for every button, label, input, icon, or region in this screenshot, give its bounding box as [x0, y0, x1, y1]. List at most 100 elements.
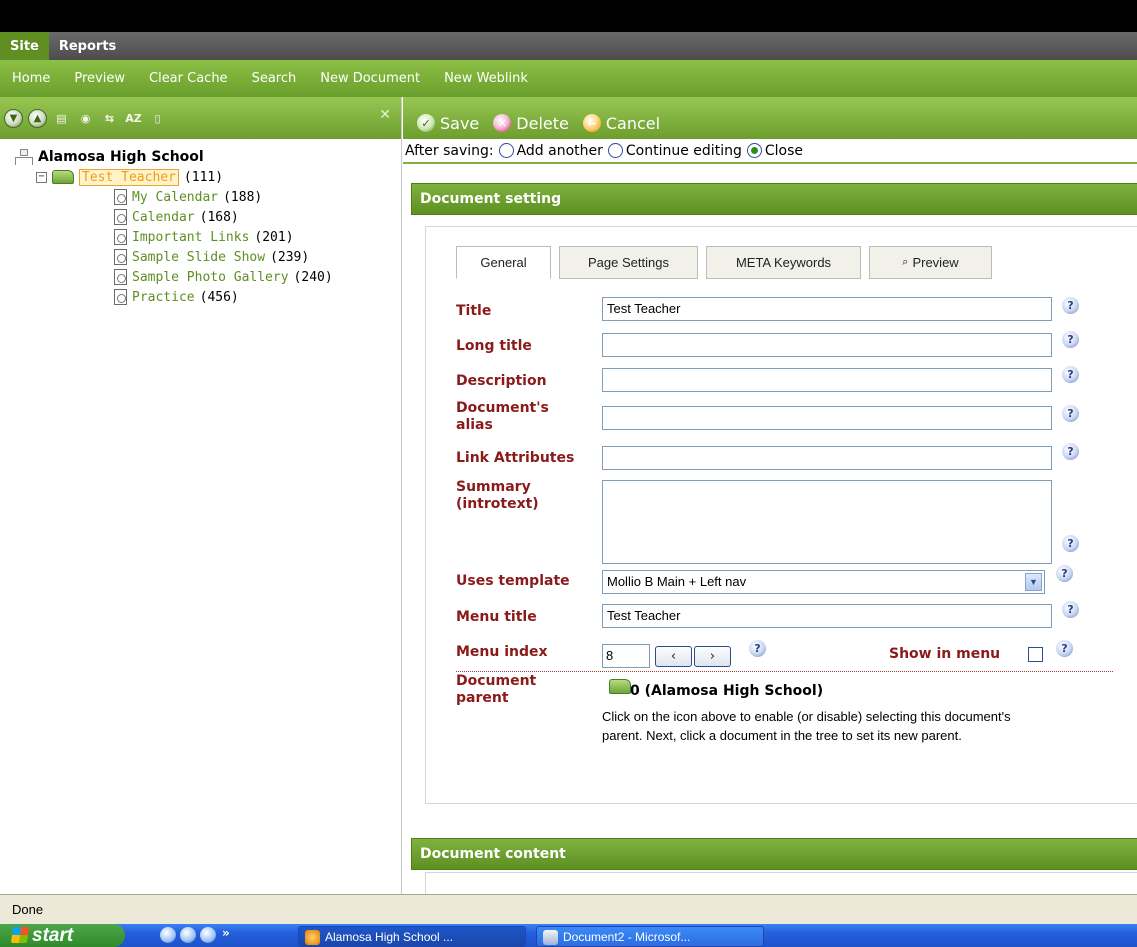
tree-node[interactable]: Sample Photo Gallery (240) — [14, 267, 401, 287]
help-icon[interactable]: ? — [1062, 405, 1079, 422]
description-field[interactable] — [602, 368, 1052, 392]
expand-icon[interactable]: ▼ — [4, 108, 23, 128]
tree-node[interactable]: My Calendar (188) — [14, 187, 401, 207]
sitemap-icon — [14, 149, 33, 165]
tree-node-label[interactable]: Sample Photo Gallery — [132, 270, 289, 285]
collapse-toggle-icon[interactable]: − — [36, 171, 47, 183]
menu-title-label: Menu title — [456, 609, 537, 625]
settings-tabs: General Page Settings META Keywords ⌕ Pr… — [456, 246, 1000, 279]
after-saving-label: After saving: — [405, 142, 494, 159]
purge-icon[interactable]: ⇆ — [100, 109, 119, 128]
help-icon[interactable]: ? — [1056, 565, 1073, 582]
alias-field[interactable] — [602, 406, 1052, 430]
menu-preview[interactable]: Preview — [62, 71, 137, 86]
long-title-field[interactable] — [602, 333, 1052, 357]
alias-label-line2: alias — [456, 417, 493, 433]
radio-continue-editing[interactable] — [607, 143, 623, 158]
chevron-down-icon[interactable]: ▼ — [1025, 573, 1042, 591]
document-icon — [114, 289, 127, 305]
title-field[interactable]: Test Teacher — [602, 297, 1052, 321]
help-icon[interactable]: ? — [1056, 640, 1073, 657]
tree-node-label[interactable]: Important Links — [132, 230, 249, 245]
help-icon[interactable]: ? — [1062, 601, 1079, 618]
help-icon[interactable]: ? — [1062, 443, 1079, 460]
tree-node[interactable]: Sample Slide Show (239) — [14, 247, 401, 267]
tree-node-label[interactable]: Practice — [132, 290, 195, 305]
delete-button[interactable]: ✕ Delete — [493, 114, 579, 133]
tab-site[interactable]: Site — [0, 32, 49, 60]
tree-root[interactable]: Alamosa High School — [14, 147, 401, 167]
tab-preview[interactable]: ⌕ Preview — [869, 246, 992, 279]
show-in-menu-checkbox[interactable] — [1028, 647, 1043, 662]
tree-node-label[interactable]: Calendar — [132, 210, 195, 225]
template-select[interactable]: Mollio B Main + Left nav ▼ — [602, 570, 1045, 594]
new-weblink-icon[interactable]: ◉ — [76, 109, 95, 128]
taskbar-item-label: Document2 - Microsof... — [563, 929, 691, 944]
help-icon[interactable]: ? — [1062, 535, 1079, 552]
help-icon[interactable]: ? — [1062, 366, 1079, 383]
collapse-icon[interactable]: ▲ — [28, 108, 47, 128]
save-button[interactable]: ✓ Save — [417, 114, 489, 133]
taskbar-item-label: Alamosa High School ... — [325, 929, 454, 944]
start-label: start — [32, 924, 74, 946]
parent-label-line2: parent — [456, 690, 509, 706]
word-icon — [543, 930, 558, 945]
help-icon[interactable]: ? — [749, 640, 766, 657]
menu-new-weblink[interactable]: New Weblink — [432, 71, 540, 86]
tree-node[interactable]: Practice (456) — [14, 287, 401, 307]
tree-node[interactable]: Important Links (201) — [14, 227, 401, 247]
tree-node-id: (168) — [199, 209, 239, 225]
help-icon[interactable]: ? — [1062, 297, 1079, 314]
tree-node-id: (456) — [199, 289, 239, 305]
tree-node-id: (239) — [270, 249, 310, 265]
cancel-icon: ← — [582, 114, 601, 132]
menu-new-document[interactable]: New Document — [308, 71, 432, 86]
tree-node-label[interactable]: Test Teacher — [79, 168, 179, 186]
close-icon[interactable]: ✕ — [379, 107, 391, 123]
tree-node-selected[interactable]: − Test Teacher (111) — [14, 167, 401, 187]
summary-textarea[interactable] — [602, 480, 1052, 564]
window-top — [0, 0, 1137, 32]
start-button[interactable]: start — [0, 924, 125, 947]
tree-node[interactable]: Calendar (168) — [14, 207, 401, 227]
alias-label-line1: Document's — [456, 400, 549, 416]
tree-node-label[interactable]: My Calendar — [132, 190, 218, 205]
taskbar-item-browser[interactable]: Alamosa High School ... — [298, 926, 526, 947]
ie-icon[interactable] — [160, 927, 176, 943]
explorer-icon[interactable] — [180, 927, 196, 943]
long-title-label: Long title — [456, 338, 532, 354]
document-tree-pane: ▼ ▲ ▤ ◉ ⇆ AZ ▯ ✕ Alamosa High School − T… — [0, 97, 402, 894]
folder-icon[interactable] — [609, 679, 631, 694]
help-icon[interactable]: ? — [1062, 331, 1079, 348]
menu-clear-cache[interactable]: Clear Cache — [137, 71, 240, 86]
firefox-icon[interactable] — [200, 927, 216, 943]
taskbar-item-word[interactable]: Document2 - Microsof... — [536, 926, 764, 947]
tree-node-id: (201) — [254, 229, 294, 245]
windows-logo-icon — [10, 927, 30, 943]
folder-icon — [52, 170, 74, 184]
trash-icon[interactable]: ▯ — [148, 109, 167, 128]
tab-meta-keywords[interactable]: META Keywords — [706, 246, 861, 279]
firefox-icon — [305, 930, 320, 945]
menu-search[interactable]: Search — [240, 71, 309, 86]
tab-general[interactable]: General — [456, 246, 551, 279]
tab-preview-label: Preview — [912, 255, 959, 270]
tab-page-settings[interactable]: Page Settings — [559, 246, 698, 279]
template-select-value: Mollio B Main + Left nav — [607, 574, 747, 589]
link-attributes-field[interactable] — [602, 446, 1052, 470]
new-document-icon[interactable]: ▤ — [52, 109, 71, 128]
tree-node-label[interactable]: Sample Slide Show — [132, 250, 265, 265]
menu-title-field[interactable]: Test Teacher — [602, 604, 1052, 628]
sort-icon[interactable]: AZ — [124, 109, 143, 128]
cancel-button[interactable]: ← Cancel — [582, 114, 670, 133]
decrement-button[interactable]: ‹ — [655, 646, 692, 667]
increment-button[interactable]: › — [694, 646, 731, 667]
menu-index-field[interactable]: 8 — [602, 644, 650, 668]
quicklaunch-more-icon[interactable]: » — [222, 926, 230, 940]
status-bar: Done — [0, 894, 1137, 924]
menu-home[interactable]: Home — [0, 71, 62, 86]
parent-label: Document parent — [456, 673, 536, 707]
tab-reports[interactable]: Reports — [49, 32, 126, 60]
radio-close[interactable] — [746, 143, 762, 158]
radio-add-another[interactable] — [498, 143, 514, 158]
